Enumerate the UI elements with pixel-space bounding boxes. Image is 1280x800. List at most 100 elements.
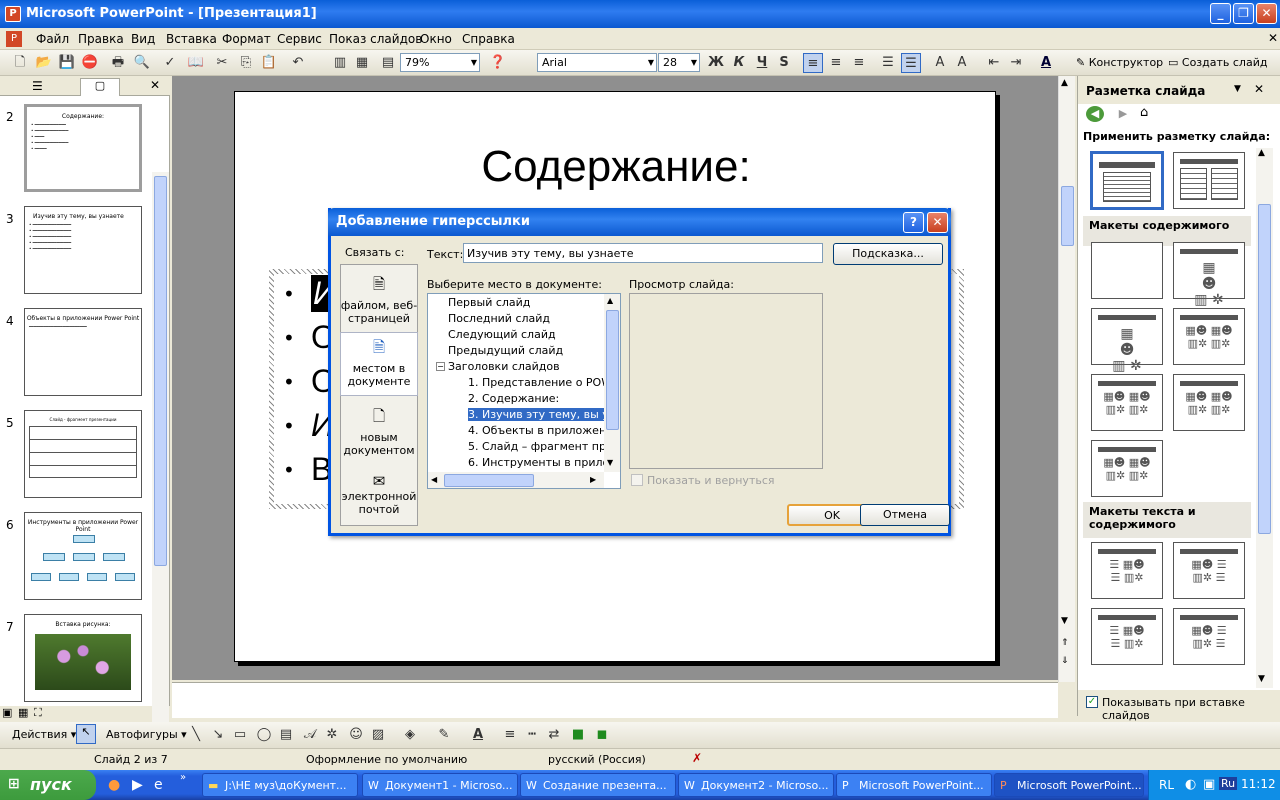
notes-pane[interactable] [172,682,1058,718]
screentip-button[interactable]: Подсказка... [833,243,943,265]
forward-icon[interactable]: ▶ [1114,106,1132,122]
designer-button[interactable]: ✎ Конструктор [1076,56,1163,69]
layout-four-content[interactable]: ▦☻ ▦☻ ▥✲ ▥✲ [1091,440,1163,497]
increase-font-icon[interactable]: A [930,53,950,73]
link-existing-file[interactable]: 🗎 файлом, веб-страницей [340,274,418,325]
bold-button[interactable]: Ж [706,53,726,73]
layout-content[interactable]: ▦ ☻ ▥ ✲ [1173,242,1245,308]
taskbar-item-active[interactable]: P Microsoft PowerPoint... [994,773,1144,797]
wordart-icon[interactable]: 𝒜 [300,725,320,745]
autoshapes-menu[interactable]: Автофигуры ▾ [106,728,187,741]
tree-item[interactable]: Последний слайд [448,312,550,325]
menu-insert[interactable]: Вставка [166,32,217,46]
normal-view-icon[interactable]: ▣ [2,706,12,719]
font-color-icon[interactable]: A [1036,53,1056,73]
slides-tab[interactable]: ▢ [80,78,120,96]
slide-thumbnail[interactable]: Вставка рисунка: [24,614,142,702]
tree-hscrollbar[interactable]: ◀ ▶ [428,472,604,488]
dash-style-icon[interactable]: ┅ [522,725,542,745]
slide-title[interactable]: Содержание: [235,142,997,192]
slide-thumbnail[interactable]: Инструменты в приложении Power Point [24,512,142,600]
3d-style-icon[interactable]: ◼ [592,725,612,745]
close-document-icon[interactable]: ✕ [1268,31,1278,45]
undo-icon[interactable]: ↶ [288,53,308,73]
increase-indent-icon[interactable]: ⇥ [1006,53,1026,73]
task-pane-menu-icon[interactable]: ▼ [1234,84,1241,94]
slide-scrollbar[interactable]: ▲ ▼ ⇑ ⇓ [1058,76,1075,682]
spelling-icon[interactable]: ✓ [160,53,180,73]
fill-color-icon[interactable]: ◈ [400,725,420,745]
layout-title-content[interactable]: ▦ ☻ ▥ ✲ [1091,308,1163,374]
tree-item[interactable]: Следующий слайд [448,328,556,341]
show-return-checkbox[interactable] [631,474,643,486]
textbox-icon[interactable]: ▤ [276,725,296,745]
back-icon[interactable]: ◀ [1086,106,1104,122]
link-new-document[interactable]: 🗋 новым документом [340,406,418,457]
layout-two-content[interactable]: ▦☻ ▦☻ ▥✲ ▥✲ [1173,308,1245,365]
outline-tab[interactable]: ☰ [32,79,43,93]
layout-content-over-two[interactable]: ▦☻ ▦☻ ▥✲ ▥✲ [1091,374,1163,431]
layout-content-text[interactable]: ▦☻ ☰ ▥✲ ☰ [1173,542,1245,599]
permission-icon[interactable]: ⛔ [80,53,100,73]
line-color-icon[interactable]: ✎ [434,725,454,745]
tree-item[interactable]: 1. Представление о POWE [468,376,619,389]
cancel-button[interactable]: Отмена [860,504,950,526]
copy-icon[interactable]: ⎘ [236,53,256,73]
taskbar-item[interactable]: W Создание презента... [520,773,676,797]
research-icon[interactable]: 📖 [186,53,206,73]
layout-text-content[interactable]: ☰ ▦☻ ☰ ▥✲ [1091,542,1163,599]
paste-icon[interactable]: 📋 [259,53,279,73]
align-center-icon[interactable]: ≡ [826,53,846,73]
menu-help[interactable]: Справка [462,32,515,46]
preview-icon[interactable]: 🔍 [132,53,152,73]
new-icon[interactable]: 🗋 [10,53,30,73]
slide-thumbnail[interactable]: Изучив эту тему, вы узнаете • ━━━━━━━━━━… [24,206,142,294]
close-button[interactable]: ✕ [1256,3,1277,24]
tree-item-selected[interactable]: 3. Изучив эту тему, вы узн [468,408,620,421]
task-pane-close-icon[interactable]: ✕ [1254,82,1264,96]
shadow-button[interactable]: S [774,53,794,73]
back-tray-icon[interactable]: ◐ [1185,777,1196,792]
media-player-icon[interactable]: ▶ [132,777,143,793]
open-icon[interactable]: 📂 [34,53,54,73]
menu-file[interactable]: Файл [36,32,69,46]
new-slide-button[interactable]: ▭ Создать слайд [1168,56,1267,69]
keyboard-layout-icon[interactable]: Ru [1219,777,1238,790]
arrow-icon[interactable]: ↘ [208,725,228,745]
align-right-icon[interactable]: ≡ [849,53,869,73]
decrease-indent-icon[interactable]: ⇤ [984,53,1004,73]
tree-item[interactable]: Предыдущий слайд [448,344,563,357]
powerpoint-app-icon[interactable]: P [5,6,21,22]
document-icon[interactable]: P [6,31,22,47]
insert-chart-icon[interactable]: ▥ [330,53,350,73]
menu-view[interactable]: Вид [131,32,155,46]
menu-edit[interactable]: Правка [78,32,124,46]
document-places-tree[interactable]: Первый слайд Последний слайд Следующий с… [427,293,621,489]
align-left-icon[interactable]: ≡ [803,53,823,73]
menu-window[interactable]: Окно [420,32,452,46]
zoom-combo[interactable]: 79% ▼ [400,53,480,72]
font-color-icon[interactable]: A [468,725,488,745]
display-text-input[interactable] [463,243,823,263]
oval-icon[interactable]: ◯ [254,725,274,745]
menu-tools[interactable]: Сервис [277,32,322,46]
cut-icon[interactable]: ✂ [212,53,232,73]
layout-two-content-text[interactable]: ▦☻ ☰ ▥✲ ☰ [1173,608,1245,665]
slide-thumbnail[interactable]: Содержание: • ━━━━━━━━━━━━━ • ━━━━━━━━━━━… [24,104,142,192]
minimize-button[interactable]: _ [1210,3,1231,24]
slideshow-view-icon[interactable]: ⛶ [34,706,42,720]
help-button[interactable]: ? [903,212,924,233]
menu-slideshow[interactable]: Показ слайдов [329,32,422,46]
quicklaunch-expand-icon[interactable]: » [180,772,186,783]
layout-text-two-content[interactable]: ☰ ▦☻ ☰ ▥✲ [1091,608,1163,665]
font-combo[interactable]: Arial ▼ [537,53,657,72]
tree-item[interactable]: Первый слайд [448,296,530,309]
insert-table-icon[interactable]: ▦ [352,53,372,73]
sorter-view-icon[interactable]: ▦ [18,706,28,719]
italic-button[interactable]: К [729,53,749,73]
help-icon[interactable]: ❓ [488,53,508,73]
layout-blank[interactable] [1091,242,1163,299]
taskbar-item[interactable]: P Microsoft PowerPoint... [836,773,992,797]
browser-icon[interactable]: e [154,777,163,793]
arrow-style-icon[interactable]: ⇄ [544,725,564,745]
